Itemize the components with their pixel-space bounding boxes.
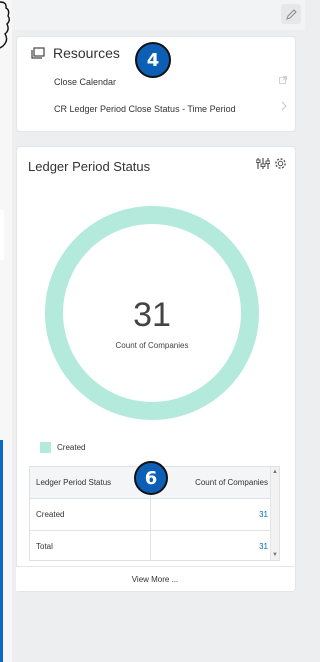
chevron-right-icon[interactable] xyxy=(281,101,287,111)
table-scrollbar[interactable]: ▲ ▼ xyxy=(270,467,279,560)
resource-link-close-calendar[interactable]: Close Calendar xyxy=(54,77,116,87)
puzzle-piece-icon xyxy=(0,1,10,49)
ledger-card-title: Ledger Period Status xyxy=(28,159,151,174)
column-header-count[interactable]: Count of Companies xyxy=(150,467,268,498)
resources-header: Resources xyxy=(31,45,120,61)
step-badge-4: 4 xyxy=(135,42,171,78)
table-cell-count-link[interactable]: 31 xyxy=(150,531,268,560)
view-more-button[interactable]: View More ... xyxy=(16,566,294,591)
legend-swatch-created xyxy=(40,442,51,453)
table-cell-status: Created xyxy=(36,510,65,519)
ledger-card-tools xyxy=(256,157,287,170)
edit-button[interactable] xyxy=(281,4,301,24)
table-row-total: Total 31 xyxy=(30,531,271,560)
column-header-status[interactable]: Ledger Period Status xyxy=(36,467,148,498)
resource-link-ledger-close-status[interactable]: CR Ledger Period Close Status - Time Per… xyxy=(54,104,236,114)
left-edge-strip xyxy=(0,0,12,662)
donut-center-label: Count of Companies xyxy=(115,341,189,350)
pencil-icon xyxy=(285,8,297,20)
step-badge-6: 6 xyxy=(134,461,168,495)
top-bar xyxy=(12,0,305,30)
resources-title: Resources xyxy=(53,45,120,61)
scroll-down-icon[interactable]: ▼ xyxy=(272,552,278,558)
resources-icon xyxy=(31,47,45,59)
scroll-up-icon[interactable]: ▲ xyxy=(272,469,278,475)
table-cell-status: Total xyxy=(36,542,53,551)
table-row: Created 31 xyxy=(30,499,271,531)
filter-sliders-icon[interactable] xyxy=(256,157,270,170)
chart-legend: Created xyxy=(40,442,85,453)
legend-label-created: Created xyxy=(57,443,86,452)
donut-center-value: 31 xyxy=(133,296,171,334)
active-indicator-bar xyxy=(0,440,3,662)
table-cell-count-link[interactable]: 31 xyxy=(150,499,268,530)
external-link-icon[interactable] xyxy=(279,76,287,84)
strip-notch xyxy=(0,210,4,260)
gear-icon[interactable] xyxy=(274,157,287,170)
